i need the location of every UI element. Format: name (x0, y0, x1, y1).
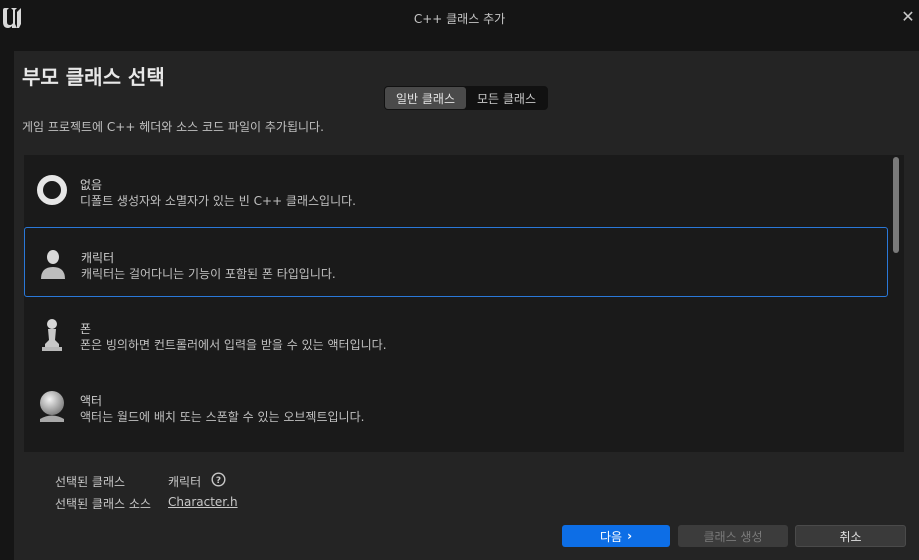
scroll-thumb[interactable] (893, 157, 899, 253)
class-filter-tabs: 일반 클래스 모든 클래스 (384, 86, 548, 110)
list-item-description: 디폴트 생성자와 소멸자가 있는 빈 C++ 클래스입니다. (80, 194, 356, 208)
create-class-button[interactable]: 클래스 생성 (678, 525, 788, 547)
selected-class-source-label: 선택된 클래스 소스 (55, 497, 151, 511)
list-item-name: 액터 (80, 394, 103, 408)
tab-common-classes[interactable]: 일반 클래스 (385, 87, 466, 109)
next-button-label: 다음 (599, 529, 623, 544)
selected-class-label: 선택된 클래스 (55, 475, 126, 489)
actor-sphere-icon (40, 391, 64, 422)
page-description: 게임 프로젝트에 C++ 헤더와 소스 코드 파일이 추가됩니다. (22, 120, 324, 134)
pawn-icon (42, 319, 62, 351)
list-item-character[interactable]: 캐릭터 캐릭터는 걸어다니는 기능이 포함된 폰 타입입니다. (24, 227, 888, 297)
list-item-description: 캐릭터는 걸어다니는 기능이 포함된 폰 타입입니다. (81, 267, 336, 281)
list-item-name: 없음 (80, 178, 103, 192)
list-item-none[interactable]: 없음 디폴트 생성자와 소멸자가 있는 빈 C++ 클래스입니다. (24, 155, 888, 225)
class-list: 없음 디폴트 생성자와 소멸자가 있는 빈 C++ 클래스입니다. 캐릭터 캐릭… (24, 155, 904, 452)
chevron-right-icon: › (627, 529, 633, 543)
next-button[interactable]: 다음 › (562, 525, 670, 547)
list-item-pawn[interactable]: 폰 폰은 빙의하면 컨트롤러에서 입력을 받을 수 있는 액터입니다. (24, 299, 888, 369)
list-item-description: 폰은 빙의하면 컨트롤러에서 입력을 받을 수 있는 액터입니다. (80, 338, 387, 352)
title-bar: C++ 클래스 추가 ✕ (0, 0, 919, 37)
cancel-button[interactable]: 취소 (795, 525, 906, 547)
list-item-name: 폰 (80, 322, 92, 336)
list-scrollbar[interactable] (890, 155, 904, 452)
close-icon[interactable]: ✕ (897, 6, 919, 28)
page-title: 부모 클래스 선택 (22, 65, 165, 89)
selected-class-source-link[interactable]: Character.h (168, 495, 238, 509)
svg-text:?: ? (216, 476, 221, 486)
ring-icon (37, 175, 67, 205)
help-icon[interactable]: ? (211, 472, 226, 487)
selected-class-value: 캐릭터 (168, 475, 202, 489)
window-title: C++ 클래스 추가 (413, 12, 506, 26)
list-item-name: 캐릭터 (81, 251, 115, 265)
character-icon (41, 250, 65, 279)
tab-all-classes[interactable]: 모든 클래스 (466, 87, 547, 109)
list-item-actor[interactable]: 액터 액터는 월드에 배치 또는 스폰할 수 있는 오브젝트입니다. (24, 371, 888, 441)
list-item-description: 액터는 월드에 배치 또는 스폰할 수 있는 오브젝트입니다. (80, 410, 365, 424)
